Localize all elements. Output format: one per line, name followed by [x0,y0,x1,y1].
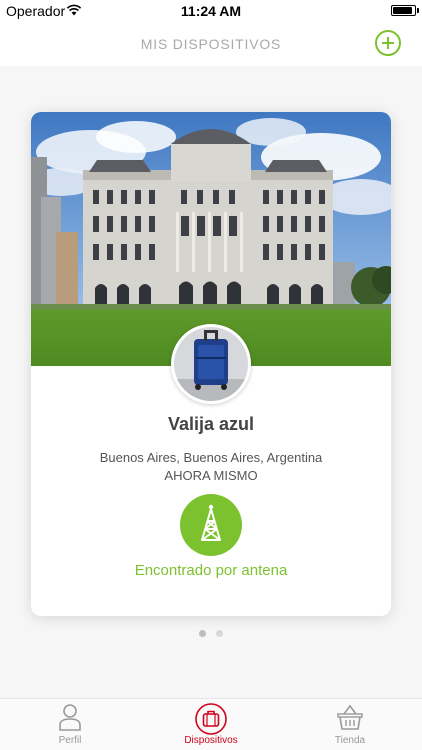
clock: 11:24 AM [180,3,242,19]
page-dot-1[interactable] [199,630,206,637]
tab-label: Tienda [334,735,366,746]
battery-level [393,7,412,14]
basket-icon [336,703,364,736]
status-bar: Operador 11:24 AM [0,0,422,22]
tab-label: Dispositivos [184,735,238,746]
status-text: Encontrado por antena [134,562,288,579]
device-card[interactable]: Valija azul Buenos Aires, Buenos Aires, … [31,112,391,616]
page-title: MIS DISPOSITIVOS [140,36,282,52]
plus-circle-icon[interactable] [375,30,401,56]
tab-perfil[interactable]: Perfil [20,699,120,750]
nav-header: MIS DISPOSITIVOS [0,22,422,66]
device-location: Buenos Aires, Buenos Aires, Argentina [99,450,323,465]
tab-tienda[interactable]: Tienda [300,699,400,750]
page-dot-2[interactable] [216,630,223,637]
page-indicator[interactable] [0,630,422,637]
device-name: Valija azul [167,414,255,434]
tab-label: Perfil [58,735,82,746]
battery-tip [417,8,419,13]
person-icon [58,703,82,736]
antenna-icon [180,494,242,556]
tab-bar: Perfil Dispositivos Tienda [0,698,422,750]
device-avatar [171,324,251,404]
tab-dispositivos[interactable]: Dispositivos [161,699,261,750]
last-seen-time: AHORA MISMO [164,468,258,483]
battery-icon [391,5,416,16]
